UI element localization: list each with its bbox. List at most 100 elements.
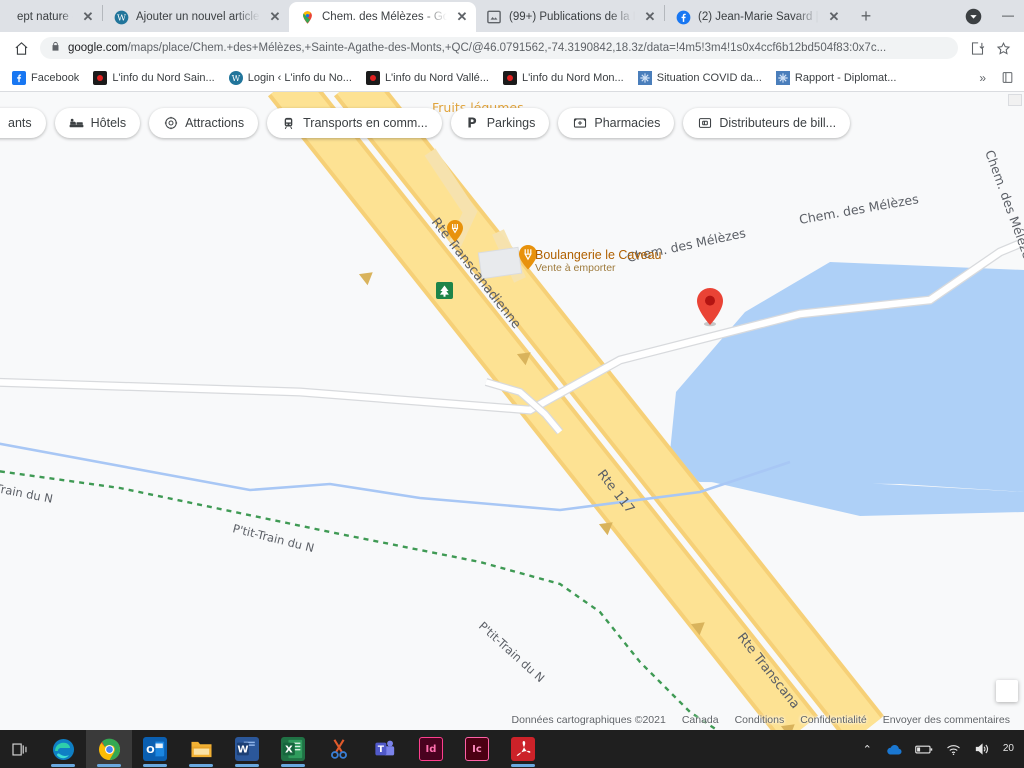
bookmark-item[interactable]: Facebook bbox=[6, 68, 85, 88]
chip-attractions[interactable]: Attractions bbox=[149, 108, 259, 138]
address-bar-url: google.com/maps/place/Chem.+des+Mélèzes,… bbox=[68, 42, 948, 54]
chip-hotels[interactable]: Hôtels bbox=[54, 108, 141, 138]
attribution-country: Canada bbox=[681, 714, 719, 726]
info-du-nord-icon bbox=[502, 70, 517, 85]
bookmark-label: Login ‹ L'info du No... bbox=[247, 71, 352, 84]
taskbar-app-google-chrome[interactable] bbox=[86, 730, 132, 768]
chip-label: Distributeurs de bill... bbox=[719, 116, 837, 130]
taskbar-app-indesign[interactable]: Id bbox=[408, 730, 454, 768]
hotel-bed-icon bbox=[69, 116, 84, 131]
attribution-feedback-link[interactable]: Envoyer des commentaires bbox=[883, 714, 1010, 726]
bookmark-item[interactable]: L'info du Nord Mon... bbox=[497, 68, 630, 88]
window-minimize-button[interactable]: — bbox=[992, 2, 1024, 32]
chip-label: ants bbox=[8, 116, 32, 130]
tab-close-icon[interactable]: ✕ bbox=[454, 9, 470, 25]
svg-text:W: W bbox=[237, 745, 248, 756]
browser-tab[interactable]: (99+) Publications de la Page ✕ bbox=[476, 2, 664, 32]
home-icon[interactable] bbox=[8, 35, 34, 61]
wifi-icon[interactable] bbox=[946, 743, 961, 756]
bookmark-item[interactable]: L'info du Nord Vallé... bbox=[360, 68, 495, 88]
install-app-icon[interactable] bbox=[964, 35, 990, 61]
attribution-copyright: Données cartographiques ©2021 bbox=[511, 714, 666, 726]
map-category-chips: ants Hôtels Attractions Transports en co… bbox=[0, 108, 851, 138]
image-placeholder-icon bbox=[486, 9, 502, 25]
facebook-icon bbox=[12, 70, 26, 85]
svg-text:X: X bbox=[285, 745, 293, 756]
covid-dashboard-icon bbox=[637, 70, 652, 85]
app-running-indicator bbox=[281, 764, 305, 767]
bookmarks-overflow-button[interactable]: » bbox=[971, 71, 994, 85]
app-running-indicator bbox=[97, 764, 121, 767]
snipping-tool-icon bbox=[327, 737, 351, 761]
browser-toolbar: google.com/maps/place/Chem.+des+Mélèzes,… bbox=[0, 32, 1024, 64]
tab-title: Ajouter un nouvel article ‹ L'i bbox=[136, 11, 260, 23]
generic-page-icon bbox=[0, 9, 10, 25]
svg-text:W: W bbox=[232, 72, 241, 82]
tab-close-icon[interactable]: ✕ bbox=[826, 9, 842, 25]
chip-distributeurs[interactable]: Distributeurs de bill... bbox=[683, 108, 851, 138]
volume-icon[interactable] bbox=[974, 742, 990, 756]
bookmark-item[interactable]: W Login ‹ L'info du No... bbox=[223, 68, 358, 88]
file-explorer-icon bbox=[189, 737, 213, 761]
taskbar-app-snipping-tool[interactable] bbox=[316, 730, 362, 768]
app-running-indicator bbox=[511, 764, 535, 767]
taskbar-app-excel[interactable]: X bbox=[270, 730, 316, 768]
profile-avatar-icon[interactable] bbox=[960, 3, 986, 29]
address-bar[interactable]: google.com/maps/place/Chem.+des+Mélèzes,… bbox=[40, 37, 958, 59]
browser-tab[interactable]: (2) Jean-Marie Savard | Facek ✕ bbox=[665, 2, 848, 32]
attribution-privacy-link[interactable]: Confidentialité bbox=[800, 714, 867, 726]
attribution-terms-link[interactable]: Conditions bbox=[735, 714, 785, 726]
chip-parkings[interactable]: P Parkings bbox=[450, 108, 550, 138]
transit-icon bbox=[281, 116, 296, 131]
tab-close-icon[interactable]: ✕ bbox=[642, 9, 658, 25]
taskbar-clock[interactable]: 20 bbox=[1003, 743, 1014, 755]
browser-tab-active[interactable]: Chem. des Mélèzes - Google ✕ bbox=[289, 2, 476, 32]
taskbar-app-acrobat-reader[interactable] bbox=[500, 730, 546, 768]
taskbar-app-file-explorer[interactable] bbox=[178, 730, 224, 768]
google-maps-canvas[interactable]: Rte Transcanadienne Rte 117 Rte Transcan… bbox=[0, 92, 1024, 730]
chip-pharmacies[interactable]: Pharmacies bbox=[558, 108, 675, 138]
star-icon[interactable] bbox=[990, 35, 1016, 61]
tab-close-icon[interactable]: ✕ bbox=[267, 9, 283, 25]
taskbar-app-microsoft-teams[interactable]: T bbox=[362, 730, 408, 768]
info-du-nord-icon bbox=[365, 70, 380, 85]
taskbar-app-word[interactable]: W bbox=[224, 730, 270, 768]
microsoft-teams-icon: T bbox=[373, 737, 397, 761]
taskbar-app-incopy[interactable]: Ic bbox=[454, 730, 500, 768]
map-edge-control[interactable] bbox=[1008, 94, 1022, 106]
acrobat-reader-icon bbox=[511, 737, 535, 761]
google-chrome-icon bbox=[97, 737, 121, 761]
indesign-icon: Id bbox=[419, 737, 443, 761]
chip-transports[interactable]: Transports en comm... bbox=[267, 108, 442, 138]
browser-tab[interactable]: W Ajouter un nouvel article ‹ L'i ✕ bbox=[103, 2, 289, 32]
facebook-icon bbox=[675, 9, 691, 25]
tray-chevron-up-icon[interactable]: ⌃ bbox=[863, 743, 872, 756]
reading-list-icon[interactable] bbox=[996, 69, 1018, 87]
chip-restaurants[interactable]: ants bbox=[0, 108, 46, 138]
tab-strip: ept nature - One ✕ W Ajouter un nouvel a… bbox=[0, 0, 1024, 32]
tab-title: (2) Jean-Marie Savard | Facek bbox=[698, 11, 819, 23]
tab-close-icon[interactable]: ✕ bbox=[80, 9, 96, 25]
tab-title: (99+) Publications de la Page bbox=[509, 11, 635, 23]
chip-label: Pharmacies bbox=[594, 116, 661, 130]
wordpress-icon: W bbox=[228, 70, 243, 85]
park-shield-icon bbox=[436, 282, 453, 299]
onedrive-icon[interactable] bbox=[885, 743, 902, 756]
info-du-nord-icon bbox=[93, 70, 108, 85]
map-control-widget[interactable] bbox=[996, 680, 1018, 702]
incopy-icon: Ic bbox=[465, 737, 489, 761]
chip-label: Parkings bbox=[486, 116, 536, 130]
taskbar-app-outlook[interactable]: O bbox=[132, 730, 178, 768]
task-view-icon[interactable] bbox=[0, 730, 40, 768]
bookmark-item[interactable]: Rapport - Diplomat... bbox=[770, 68, 902, 88]
svg-text:O: O bbox=[146, 745, 155, 756]
bookmark-item[interactable]: Situation COVID da... bbox=[632, 68, 768, 88]
bookmark-item[interactable]: L'info du Nord Sain... bbox=[87, 68, 220, 88]
new-tab-button[interactable]: + bbox=[852, 2, 880, 30]
battery-icon[interactable] bbox=[915, 744, 933, 755]
taskbar-app-microsoft-edge[interactable] bbox=[40, 730, 86, 768]
app-running-indicator bbox=[235, 764, 259, 767]
bookmark-label: L'info du Nord Vallé... bbox=[384, 71, 489, 84]
chip-label: Hôtels bbox=[90, 116, 127, 130]
browser-tab[interactable]: ept nature - One ✕ bbox=[0, 2, 102, 32]
